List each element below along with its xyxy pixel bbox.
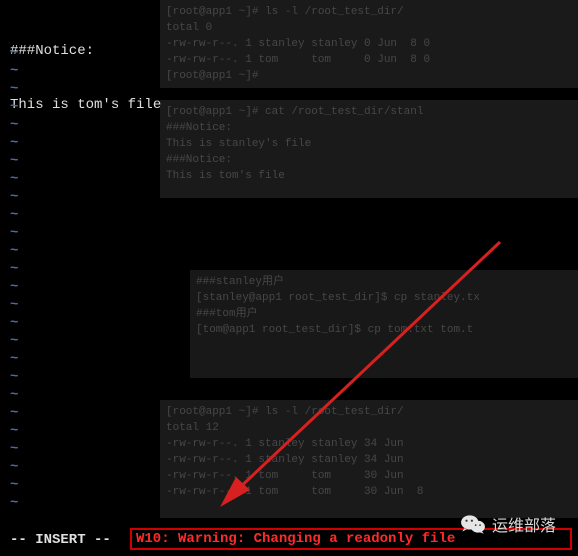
empty-line-tilde: ~ — [10, 350, 18, 368]
empty-line-tilde: ~ — [10, 314, 18, 332]
empty-line-tilde: ~ — [10, 440, 18, 458]
empty-line-tilde: ~ — [10, 476, 18, 494]
empty-line-tilde: ~ — [10, 170, 18, 188]
empty-line-tilde: ~ — [10, 98, 18, 116]
empty-line-tilde: ~ — [10, 80, 18, 98]
empty-line-tilde: ~ — [10, 44, 18, 62]
warning-text: W10: Warning: Changing a readonly file — [136, 531, 455, 547]
mode-indicator: -- INSERT -- — [10, 532, 111, 548]
empty-line-tildes: ~~~~~~~~~~~~~~~~~~~~~~~~~~ — [10, 44, 18, 512]
empty-line-tilde: ~ — [10, 458, 18, 476]
file-line-2: This is tom's file — [10, 96, 161, 114]
bg-terminal-panel-4: [root@app1 ~]# ls -l /root_test_dir/ tot… — [160, 400, 578, 518]
empty-line-tilde: ~ — [10, 386, 18, 404]
empty-line-tilde: ~ — [10, 152, 18, 170]
empty-line-tilde: ~ — [10, 422, 18, 440]
empty-line-tilde: ~ — [10, 188, 18, 206]
empty-line-tilde: ~ — [10, 368, 18, 386]
file-line-1: ###Notice: — [10, 42, 161, 60]
bg-terminal-panel-1: [root@app1 ~]# ls -l /root_test_dir/ tot… — [160, 0, 578, 88]
watermark-label: 运维部落 — [492, 512, 556, 536]
bg-terminal-panel-2: [root@app1 ~]# cat /root_test_dir/stanl … — [160, 100, 578, 198]
buffer-content: ###Notice: This is tom's file — [10, 6, 161, 150]
wechat-icon — [460, 513, 486, 535]
empty-line-tilde: ~ — [10, 404, 18, 422]
empty-line-tilde: ~ — [10, 260, 18, 278]
empty-line-tilde: ~ — [10, 242, 18, 260]
empty-line-tilde: ~ — [10, 134, 18, 152]
vim-editor[interactable]: [root@app1 ~]# ls -l /root_test_dir/ tot… — [0, 0, 578, 556]
empty-line-tilde: ~ — [10, 296, 18, 314]
empty-line-tilde: ~ — [10, 224, 18, 242]
empty-line-tilde: ~ — [10, 116, 18, 134]
empty-line-tilde: ~ — [10, 62, 18, 80]
empty-line-tilde: ~ — [10, 278, 18, 296]
empty-line-tilde: ~ — [10, 494, 18, 512]
empty-line-tilde: ~ — [10, 206, 18, 224]
empty-line-tilde: ~ — [10, 332, 18, 350]
watermark: 运维部落 — [460, 512, 556, 536]
bg-terminal-panel-3: ###stanley用户 [stanley@app1 root_test_dir… — [190, 270, 578, 378]
